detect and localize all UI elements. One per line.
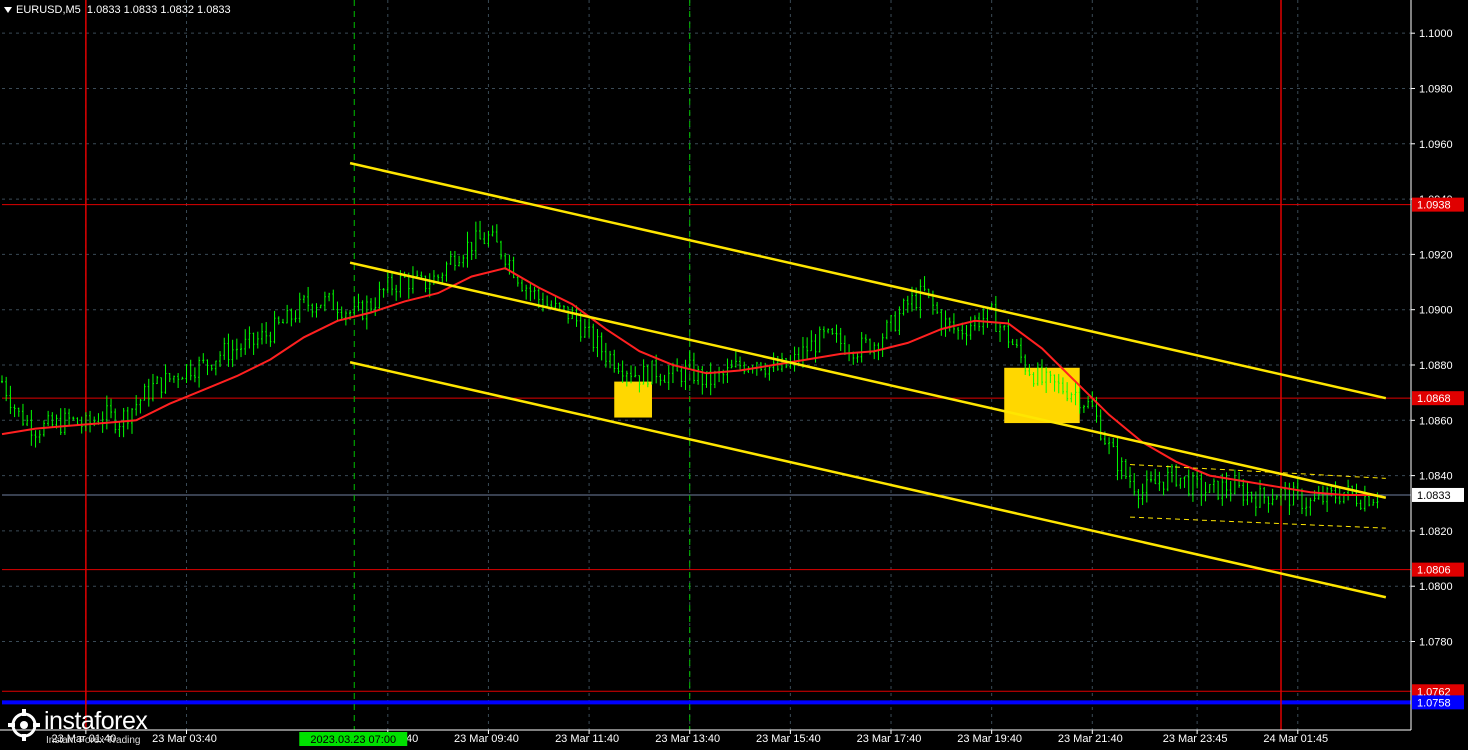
trend-channel — [349, 161, 1387, 599]
level-price-label: 1.0938 — [1417, 200, 1451, 212]
instaforex-logo-icon — [8, 709, 40, 741]
x-tick-label: 23 Mar 15:40 — [756, 733, 821, 745]
y-tick-label: 1.0880 — [1419, 360, 1453, 372]
highlight-date-label: 2023.03.23 07:00 — [310, 734, 396, 746]
y-tick-label: 1.0900 — [1419, 305, 1453, 317]
logo-name: instaforex — [44, 707, 148, 735]
broker-logo: instaforex Instant Forex Trading — [0, 704, 180, 750]
y-tick-label: 1.0800 — [1419, 581, 1453, 593]
x-tick-label: 23 Mar 21:40 — [1058, 733, 1123, 745]
x-tick-label: 23 Mar 23:45 — [1163, 733, 1228, 745]
menu-triangle-icon[interactable] — [4, 7, 12, 14]
level-price-label: 1.0806 — [1417, 565, 1451, 577]
channel-line — [349, 161, 1387, 400]
y-tick-label: 1.1000 — [1419, 28, 1453, 40]
y-tick-label: 1.0840 — [1419, 471, 1453, 483]
x-tick-label: 23 Mar 09:40 — [454, 733, 519, 745]
chart-header: EURUSD,M5 1.0833 1.0833 1.0832 1.0833 — [4, 4, 231, 16]
regression-deviation-line — [1130, 464, 1386, 479]
level-price-label: 1.0868 — [1417, 393, 1451, 405]
y-tick-label: 1.0920 — [1419, 249, 1453, 261]
y-tick-label: 1.0780 — [1419, 637, 1453, 649]
logo-tagline: Instant Forex Trading — [46, 735, 141, 746]
axes: 1.10001.09801.09601.09401.09201.09001.08… — [0, 0, 1453, 746]
regression-deviation-line — [1130, 516, 1386, 529]
signal-box — [614, 381, 652, 418]
y-tick-label: 1.0980 — [1419, 83, 1453, 95]
horizontal-levels — [2, 204, 1411, 705]
price-chart[interactable]: 1.10001.09801.09601.09401.09201.09001.08… — [0, 0, 1468, 750]
x-tick-label: 24 Mar 01:45 — [1263, 733, 1328, 745]
symbol-label: EURUSD,M5 — [16, 4, 81, 16]
y-tick-label: 1.0960 — [1419, 139, 1453, 151]
level-price-label: 1.0758 — [1417, 697, 1451, 709]
x-tick-label: 23 Mar 13:40 — [655, 733, 720, 745]
chart-grid — [2, 0, 1411, 730]
y-tick-label: 1.0820 — [1419, 526, 1453, 538]
x-tick-label: 23 Mar 11:40 — [555, 733, 619, 745]
y-tick-label: 1.0860 — [1419, 415, 1453, 427]
channel-line — [349, 261, 1387, 499]
x-tick-label: 23 Mar 17:40 — [857, 733, 922, 745]
price-labels: 1.09381.08681.08061.07621.07581.0833 — [1412, 197, 1464, 710]
ohlc-values: 1.0833 1.0833 1.0832 1.0833 — [86, 4, 231, 16]
current-price-label: 1.0833 — [1417, 490, 1451, 502]
x-tick-label: 23 Mar 19:40 — [957, 733, 1022, 745]
